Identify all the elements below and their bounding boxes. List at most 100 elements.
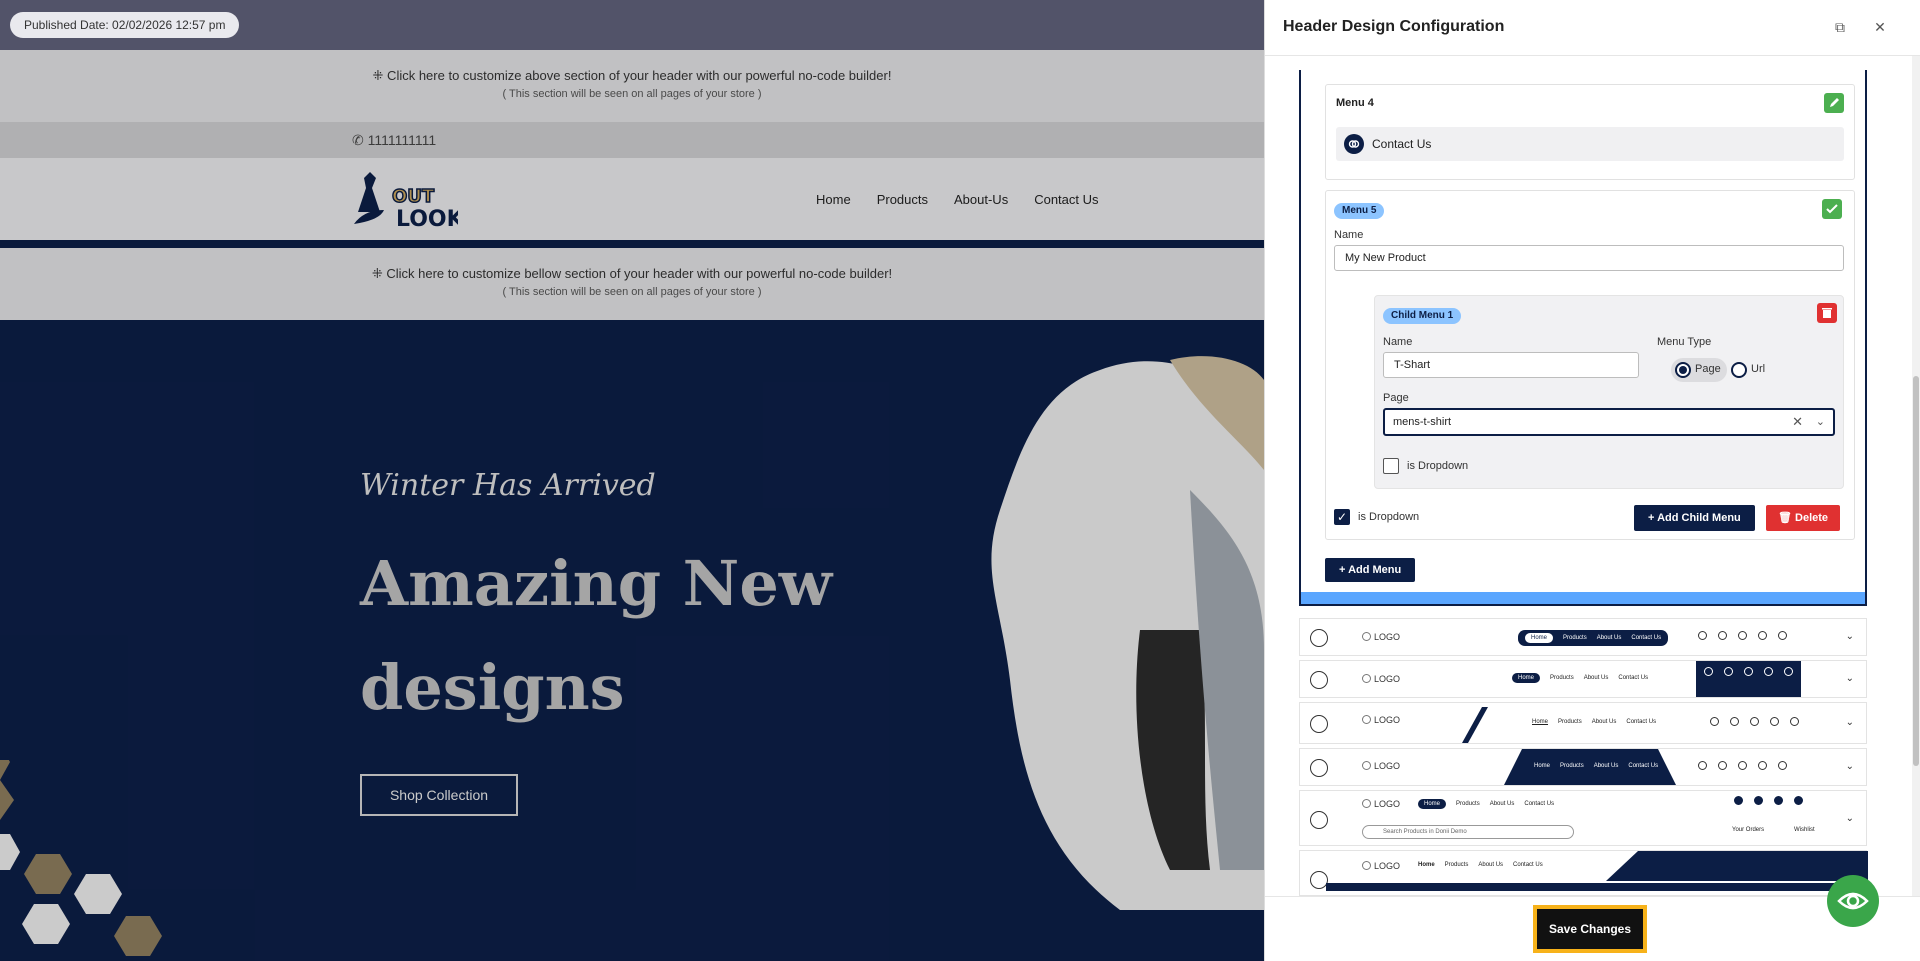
chevron-down-icon[interactable]: ⌄ xyxy=(1846,673,1854,684)
child-is-dropdown-checkbox[interactable] xyxy=(1383,458,1399,474)
menu-5-is-dropdown-checkbox[interactable]: ✓ xyxy=(1334,509,1350,525)
child-menu-1-badge: Child Menu 1 xyxy=(1383,308,1462,324)
nav-about-us[interactable]: About-Us xyxy=(954,192,1008,207)
builder-top-section[interactable]: ⁜ Click here to customize above section … xyxy=(0,50,1264,122)
menus-editor: Menu 4 Contact Us Menu 5 Name My New Pro… xyxy=(1299,70,1867,606)
variant-1-icons xyxy=(1698,631,1787,640)
delete-child-menu-button[interactable] xyxy=(1817,303,1837,323)
variant-5-radio[interactable] xyxy=(1310,811,1328,829)
panel-body: Menu 4 Contact Us Menu 5 Name My New Pro… xyxy=(1265,56,1920,896)
page-select[interactable]: mens-t-shirt ✕ ⌄ xyxy=(1383,408,1835,436)
phone-bar: ✆ 1111111111 xyxy=(0,122,1264,158)
header-variant-2[interactable]: LOGO Home Products About Us Contact Us ⌄ xyxy=(1299,660,1867,698)
phone-icon: ✆ xyxy=(352,132,364,148)
published-date-badge: Published Date: 02/02/2026 12:57 pm xyxy=(10,12,240,38)
variant-3-slash-decoration xyxy=(1462,707,1488,743)
variant-3-nav-home: Home xyxy=(1532,719,1549,725)
preview-toggle-button[interactable] xyxy=(1827,875,1879,927)
variant-1-nav-about: About Us xyxy=(1596,635,1622,641)
child-name-input[interactable]: T-Shart xyxy=(1383,352,1639,378)
variant-4-radio[interactable] xyxy=(1310,759,1328,777)
selected-indicator-strip xyxy=(1301,592,1865,604)
variant-2-nav: Home Products About Us Contact Us xyxy=(1512,673,1648,683)
variant-1-logo: LOGO xyxy=(1362,632,1400,642)
variant-6-bottom-bar xyxy=(1326,883,1866,891)
panel-scrollbar[interactable] xyxy=(1912,56,1920,896)
menu-type-label: Menu Type xyxy=(1657,336,1712,348)
chevron-down-icon[interactable]: ⌄ xyxy=(1846,813,1854,824)
variant-3-radio[interactable] xyxy=(1310,715,1328,733)
variant-3-icons xyxy=(1710,717,1799,726)
header-variant-3[interactable]: LOGO Home Products About Us Contact Us ⌄ xyxy=(1299,702,1867,744)
menu-5-name-input[interactable]: My New Product xyxy=(1334,245,1844,271)
variant-4-logo: LOGO xyxy=(1362,761,1400,771)
header-variant-1[interactable]: LOGO Home Products About Us Contact Us ⌄ xyxy=(1299,618,1867,656)
phone-text: 1111111111 xyxy=(367,132,437,148)
store-logo[interactable]: OUT LOOK xyxy=(352,168,465,232)
variant-4-nav-contact: Contact Us xyxy=(1628,763,1659,769)
panel-footer: Save Changes xyxy=(1265,875,1920,961)
variant-2-nav-about: About Us xyxy=(1583,675,1609,681)
shop-collection-button[interactable]: Shop Collection xyxy=(360,774,518,816)
nav-home[interactable]: Home xyxy=(816,192,851,207)
header-variant-6[interactable]: LOGO Home Products About Us Contact Us xyxy=(1299,850,1868,896)
menu-5-badge: Menu 5 xyxy=(1334,203,1385,219)
variant-6-nav-contact: Contact Us xyxy=(1513,862,1543,868)
variant-4-icons xyxy=(1698,761,1787,770)
trash-icon: 🗑 xyxy=(1778,512,1792,524)
add-menu-button[interactable]: + Add Menu xyxy=(1325,558,1416,582)
page-label: Page xyxy=(1383,392,1409,404)
variant-3-logo: LOGO xyxy=(1362,715,1400,725)
store-preview: Published Date: 02/02/2026 12:57 pm ⁜ Cl… xyxy=(0,0,1264,961)
variant-5-search-placeholder: Search Products in Donii Demo xyxy=(1383,829,1467,835)
menu-type-url-radio[interactable] xyxy=(1731,362,1747,378)
variant-5-nav-about: About Us xyxy=(1489,801,1515,807)
variant-4-nav-products: Products xyxy=(1560,763,1584,769)
trash-icon xyxy=(1822,308,1832,318)
nav-contact-us[interactable]: Contact Us xyxy=(1034,192,1098,207)
variant-2-icons xyxy=(1696,661,1801,697)
variant-3-nav: Home Products About Us Contact Us xyxy=(1532,719,1656,725)
builder-bottom-section[interactable]: ⁜ Click here to customize bellow section… xyxy=(0,248,1264,320)
variant-1-radio[interactable] xyxy=(1310,629,1328,647)
variant-4-nav-home: Home xyxy=(1534,763,1551,769)
confirm-menu-5-button[interactable] xyxy=(1822,199,1842,219)
menu-4-link-row[interactable]: Contact Us xyxy=(1336,127,1844,161)
header-variant-4[interactable]: LOGO Home Products About Us Contact Us ⌄ xyxy=(1299,748,1867,786)
clear-icon[interactable]: ✕ xyxy=(1792,410,1803,434)
variant-5-logo: LOGO xyxy=(1362,799,1400,809)
variant-3-nav-about: About Us xyxy=(1591,719,1617,725)
nav-products[interactable]: Products xyxy=(877,192,928,207)
close-icon[interactable]: ✕ xyxy=(1871,18,1889,36)
chevron-down-icon[interactable]: ⌄ xyxy=(1846,717,1854,728)
save-changes-button[interactable]: Save Changes xyxy=(1533,905,1647,953)
menu-type-url-label: Url xyxy=(1751,363,1766,375)
pencil-icon xyxy=(1830,98,1839,107)
variant-2-nav-home: Home xyxy=(1512,673,1541,683)
builder-bottom-text: ⁜ Click here to customize bellow section… xyxy=(371,266,893,281)
child-menu-1-card: Child Menu 1 Name T-Shart Menu Type Page… xyxy=(1374,295,1844,489)
variant-2-nav-contact: Contact Us xyxy=(1618,675,1649,681)
expand-icon[interactable]: ⧉ xyxy=(1831,18,1849,36)
header-variant-5[interactable]: LOGO Home Products About Us Contact Us S… xyxy=(1299,790,1867,846)
variant-2-nav-products: Products xyxy=(1550,675,1574,681)
variant-1-nav-products: Products xyxy=(1563,635,1587,641)
store-nav-links: Home Products About-Us Contact Us xyxy=(816,192,1099,207)
menu-5-name-label: Name xyxy=(1334,229,1364,241)
hero-banner: Winter Has Arrived Amazing New designs S… xyxy=(0,320,1264,961)
menu-type-page-option[interactable]: Page xyxy=(1671,358,1727,382)
builder-top-note: ( This section will be seen on all pages… xyxy=(502,88,762,100)
variant-5-nav: Home Products About Us Contact Us xyxy=(1418,799,1554,809)
add-child-menu-button[interactable]: + Add Child Menu xyxy=(1634,505,1755,531)
menu-type-page-radio[interactable] xyxy=(1675,362,1691,378)
variant-2-radio[interactable] xyxy=(1310,671,1328,689)
chevron-down-icon[interactable]: ⌄ xyxy=(1816,410,1825,434)
variant-1-nav-home: Home xyxy=(1525,633,1554,643)
variant-5-nav-home: Home xyxy=(1418,799,1447,809)
chevron-down-icon[interactable]: ⌄ xyxy=(1846,761,1854,772)
edit-menu-4-button[interactable] xyxy=(1824,93,1844,113)
chevron-down-icon[interactable]: ⌄ xyxy=(1846,631,1854,642)
delete-menu-button[interactable]: 🗑 Delete xyxy=(1766,505,1841,531)
variant-4-nav-about: About Us xyxy=(1593,763,1619,769)
panel-scroll-thumb[interactable] xyxy=(1913,376,1919,766)
